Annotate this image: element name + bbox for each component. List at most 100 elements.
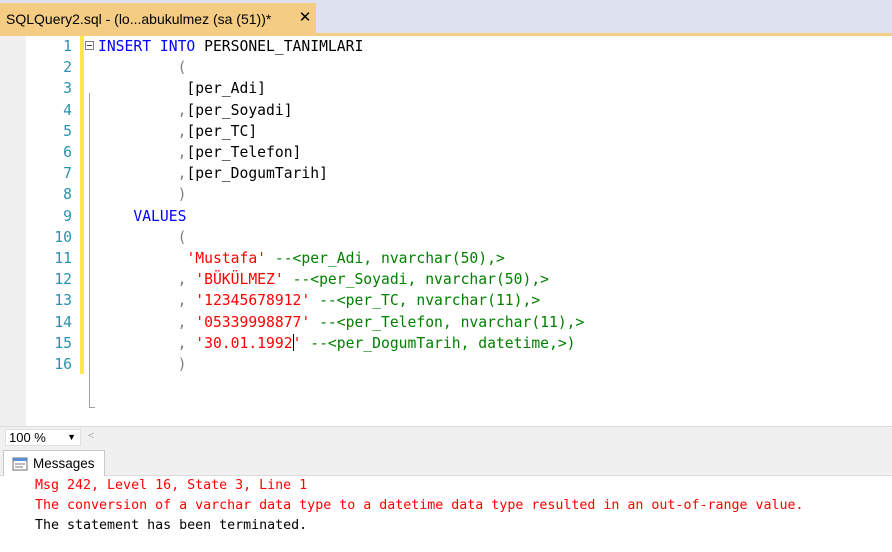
code-text: ) [98,354,187,375]
code-line[interactable]: 14 , '05339998877' --<per_Telefon, nvarc… [0,312,892,333]
code-token: --<per_Adi, nvarchar(50),> [274,250,505,267]
code-text: ,[per_Soyadi] [98,100,293,121]
code-line[interactable]: 2 ( [0,57,892,78]
code-token: '05339998877' [195,313,311,331]
tab-messages-label: Messages [33,456,95,471]
line-number: 12 [54,271,72,289]
code-token: [per_TC] [186,122,258,140]
close-icon[interactable]: ✕ [298,10,312,25]
code-line[interactable]: 3 [per_Adi] [0,78,892,99]
zoom-select[interactable]: 100 % ▼ [5,429,81,446]
code-text: VALUES [98,206,186,227]
code-text: INSERT INTO PERSONEL_TANIMLARI [98,36,363,57]
line-number: 5 [63,122,72,140]
code-token: INTO [159,38,196,55]
code-token: INSERT [98,38,152,55]
scroll-left-icon[interactable]: < [88,430,94,442]
code-token: [per_Adi] [98,80,267,98]
line-number: 8 [63,186,72,204]
code-line[interactable]: 11 'Mustafa' --<per_Adi, nvarchar(50),> [0,248,892,269]
line-number: 6 [63,144,72,161]
code-token: [per_Soyadi] [186,101,293,119]
code-text: [per_Adi] [98,78,266,99]
line-number: 7 [63,165,72,183]
line-number: 13 [54,292,72,310]
line-number: 1 [63,38,72,55]
code-line[interactable]: 5 ,[per_TC] [0,121,892,142]
line-number: 15 [54,334,72,352]
code-token: [per_DogumTarih] [186,165,328,183]
line-number: 11 [54,250,72,267]
line-number: 9 [63,207,72,225]
query-tab[interactable]: SQLQuery2.sql - (lo...abukulmez (sa (51)… [0,3,316,34]
code-token: --<per_Telefon, nvarchar(11),> [319,313,585,331]
message-line: Msg 242, Level 16, State 3, Line 1 [35,478,308,493]
code-line[interactable]: 16 ) [0,354,892,375]
messages-icon [12,457,28,470]
code-text: , 'BÜKÜLMEZ' --<per_Soyadi, nvarchar(50)… [98,269,549,290]
code-line[interactable]: 9 VALUES [0,206,892,227]
code-token: --<per_Soyadi, nvarchar(50),> [292,271,549,289]
code-text: , '30.01.1992' --<per_DogumTarih, dateti… [98,333,576,354]
code-token: VALUES [133,207,187,225]
code-line[interactable]: 4 ,[per_Soyadi] [0,100,892,121]
code-text: , '12345678912' --<per_TC, nvarchar(11),… [98,290,541,311]
code-token: ) [177,186,187,204]
line-number: 3 [63,80,72,98]
code-line[interactable]: 1 INSERT INTO PERSONEL_TANIMLARI [0,36,892,57]
document-tab-strip: SQLQuery2.sql - (lo...abukulmez (sa (51)… [0,0,892,34]
line-number: 2 [63,59,72,77]
code-line[interactable]: 6 ,[per_Telefon] [0,142,892,163]
code-line[interactable]: 13 , '12345678912' --<per_TC, nvarchar(1… [0,290,892,311]
message-line: The conversion of a varchar data type to… [35,498,804,513]
code-token: 'BÜKÜLMEZ' [195,271,284,289]
line-number: 4 [63,101,72,119]
code-token: '12345678912' [195,292,311,310]
code-text: ,[per_Telefon] [98,142,302,163]
editor-status-bar: 100 % ▼ < [0,426,892,448]
code-token: PERSONEL_TANIMLARI [195,38,364,55]
code-line[interactable]: 7 ,[per_DogumTarih] [0,163,892,184]
query-editor[interactable]: 1 INSERT INTO PERSONEL_TANIMLARI 2 (3 [per… [0,36,892,426]
code-line[interactable]: 8 ) [0,184,892,205]
code-token: '30.01.1992 [195,334,293,352]
tab-messages[interactable]: Messages [3,450,105,476]
code-line[interactable]: 12 , 'BÜKÜLMEZ' --<per_Soyadi, nvarchar(… [0,269,892,290]
code-text: ( [98,227,187,248]
message-line: The statement has been terminated. [35,518,308,533]
code-text: ,[per_TC] [98,121,258,142]
code-text: ( [98,57,187,78]
code-token: ( [177,59,187,77]
code-token: --<per_TC, nvarchar(11),> [319,292,541,310]
results-tab-strip: Messages [0,448,892,476]
code-line[interactable]: 15 , '30.01.1992' --<per_DogumTarih, dat… [0,333,892,354]
results-pane: Messages Msg 242, Level 16, State 3, Lin… [0,448,892,552]
code-token: 'Mustafa' [186,250,267,267]
code-text: ) [98,184,187,205]
zoom-value: 100 % [9,430,46,445]
code-line[interactable]: 10 ( [0,227,892,248]
code-text: ,[per_DogumTarih] [98,163,328,184]
